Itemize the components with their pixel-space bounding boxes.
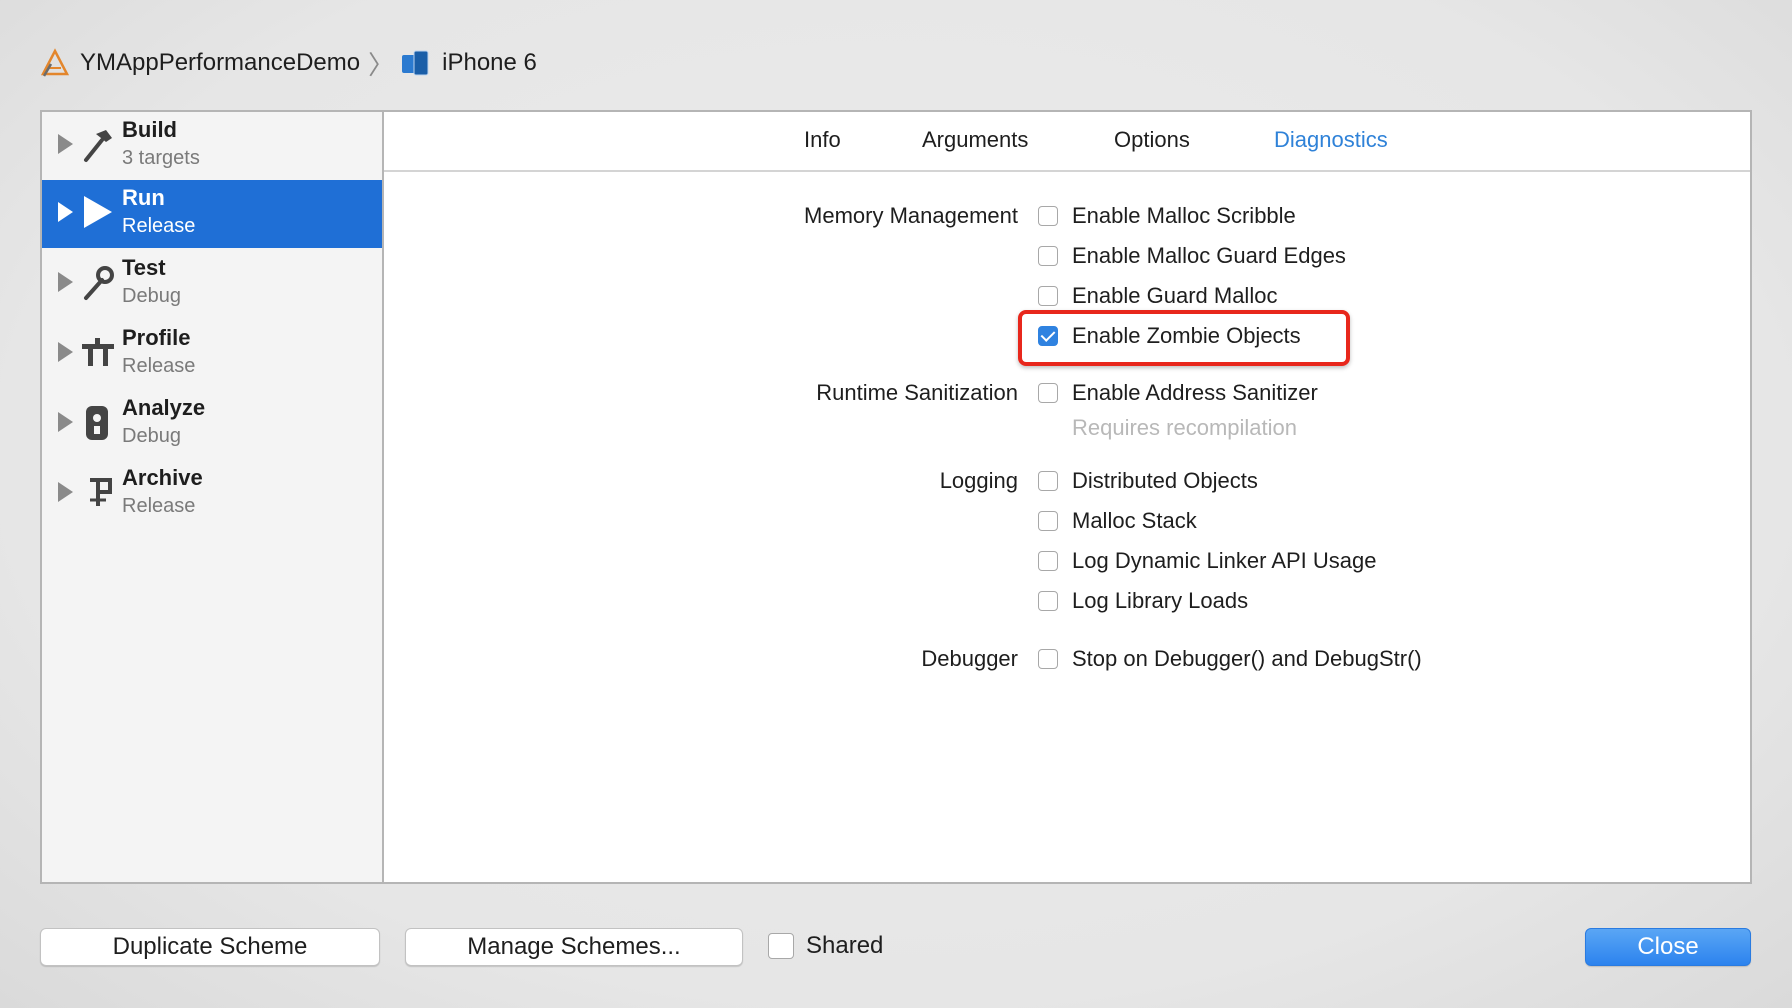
disclosure-triangle-icon[interactable] [58,482,73,502]
sidebar-item-analyze[interactable]: Analyze Debug [42,390,382,458]
instruments-icon [82,338,114,366]
runtime-sanitization-label: Runtime Sanitization [816,380,1018,405]
analyze-icon [86,406,108,440]
destination-selector[interactable]: iPhone 6 [400,49,537,77]
scheme-actions-sidebar: Build 3 targets Run Release Test Debug P… [42,112,384,882]
guard-malloc-option[interactable]: Enable Guard Malloc [1038,283,1277,309]
action-name: Test [122,255,166,280]
action-name: Profile [122,325,191,350]
tab-info[interactable]: Info [804,127,841,153]
sidebar-item-profile[interactable]: Profile Release [42,320,382,388]
logging-label: Logging [939,468,1018,493]
action-config: Debug [122,425,181,447]
malloc-stack-option[interactable]: Malloc Stack [1038,508,1197,534]
action-config: Release [122,355,196,377]
disclosure-triangle-icon[interactable] [58,272,73,292]
close-button[interactable]: Close [1585,928,1751,966]
chevron-right-icon: 〉 [368,49,395,80]
checkbox[interactable] [1038,471,1058,491]
device-name: iPhone 6 [442,49,537,76]
option-label: Stop on Debugger() and DebugStr() [1072,646,1422,671]
distributed-objects-option[interactable]: Distributed Objects [1038,468,1258,494]
address-sanitizer-option[interactable]: Enable Address Sanitizer [1038,380,1318,406]
checkbox[interactable] [1038,246,1058,266]
dynamic-linker-option[interactable]: Log Dynamic Linker API Usage [1038,548,1377,574]
tab-options[interactable]: Options [1114,127,1190,153]
shared-label: Shared [806,932,884,959]
checkbox[interactable] [1038,286,1058,306]
action-name: Build [122,117,177,142]
option-label: Log Library Loads [1072,588,1249,613]
action-config: Release [122,215,196,237]
action-config: Release [122,495,196,517]
simulator-icon [402,50,429,76]
checkbox[interactable] [1038,511,1058,531]
checkbox[interactable] [1038,649,1058,669]
disclosure-triangle-icon[interactable] [58,134,73,154]
disclosure-triangle-icon[interactable] [58,202,73,222]
archive-icon [90,478,112,506]
breadcrumb: YMAppPerformanceDemo 〉 iPhone 6 [40,46,537,80]
checkbox[interactable] [768,933,794,959]
malloc-scribble-option[interactable]: Enable Malloc Scribble [1038,203,1296,229]
action-config: Debug [122,285,181,307]
sidebar-item-build[interactable]: Build 3 targets [42,112,382,180]
library-loads-option[interactable]: Log Library Loads [1038,588,1248,614]
wrench-icon [84,266,114,300]
diagnostics-content: Info Arguments Options Diagnostics Memor… [384,112,1750,882]
checkbox[interactable] [1038,383,1058,403]
option-label: Log Dynamic Linker API Usage [1072,548,1377,573]
disclosure-triangle-icon[interactable] [58,412,73,432]
project-name: YMAppPerformanceDemo [80,49,361,76]
play-icon [84,196,112,228]
stop-on-debugger-option[interactable]: Stop on Debugger() and DebugStr() [1038,646,1422,672]
checkbox[interactable] [1038,591,1058,611]
option-label: Enable Zombie Objects [1072,323,1301,348]
recompilation-hint: Requires recompilation [1072,415,1297,440]
memory-management-label: Memory Management [804,203,1018,228]
xcode-project-icon [40,48,70,77]
sidebar-item-run[interactable]: Run Release [42,180,382,248]
action-name: Run [122,185,165,210]
action-config: 3 targets [122,147,200,169]
option-label: Malloc Stack [1072,508,1197,533]
zombie-objects-option[interactable]: Enable Zombie Objects [1038,323,1301,349]
action-name: Analyze [122,395,206,420]
tab-diagnostics[interactable]: Diagnostics [1274,127,1388,153]
action-name: Archive [122,465,203,490]
shared-option[interactable]: Shared [768,932,883,960]
scheme-selector[interactable]: YMAppPerformanceDemo [40,48,360,78]
checkbox[interactable] [1038,551,1058,571]
sidebar-item-test[interactable]: Test Debug [42,250,382,318]
option-label: Enable Address Sanitizer [1072,380,1318,405]
checkbox[interactable] [1038,206,1058,226]
duplicate-scheme-button[interactable]: Duplicate Scheme [40,928,380,966]
option-label: Distributed Objects [1072,468,1258,493]
option-label: Enable Malloc Guard Edges [1072,243,1346,268]
disclosure-triangle-icon[interactable] [58,342,73,362]
sidebar-item-archive[interactable]: Archive Release [42,460,382,528]
option-label: Enable Malloc Scribble [1072,203,1296,228]
tab-arguments[interactable]: Arguments [922,127,1028,153]
checkbox-checked[interactable] [1038,326,1058,346]
tab-bar: Info Arguments Options Diagnostics [384,112,1750,172]
debugger-label: Debugger [921,646,1018,671]
scheme-editor-panel: Build 3 targets Run Release Test Debug P… [40,110,1752,884]
malloc-guard-edges-option[interactable]: Enable Malloc Guard Edges [1038,243,1346,269]
manage-schemes-button[interactable]: Manage Schemes... [405,928,743,966]
hammer-icon [84,130,112,162]
option-label: Enable Guard Malloc [1072,283,1278,308]
